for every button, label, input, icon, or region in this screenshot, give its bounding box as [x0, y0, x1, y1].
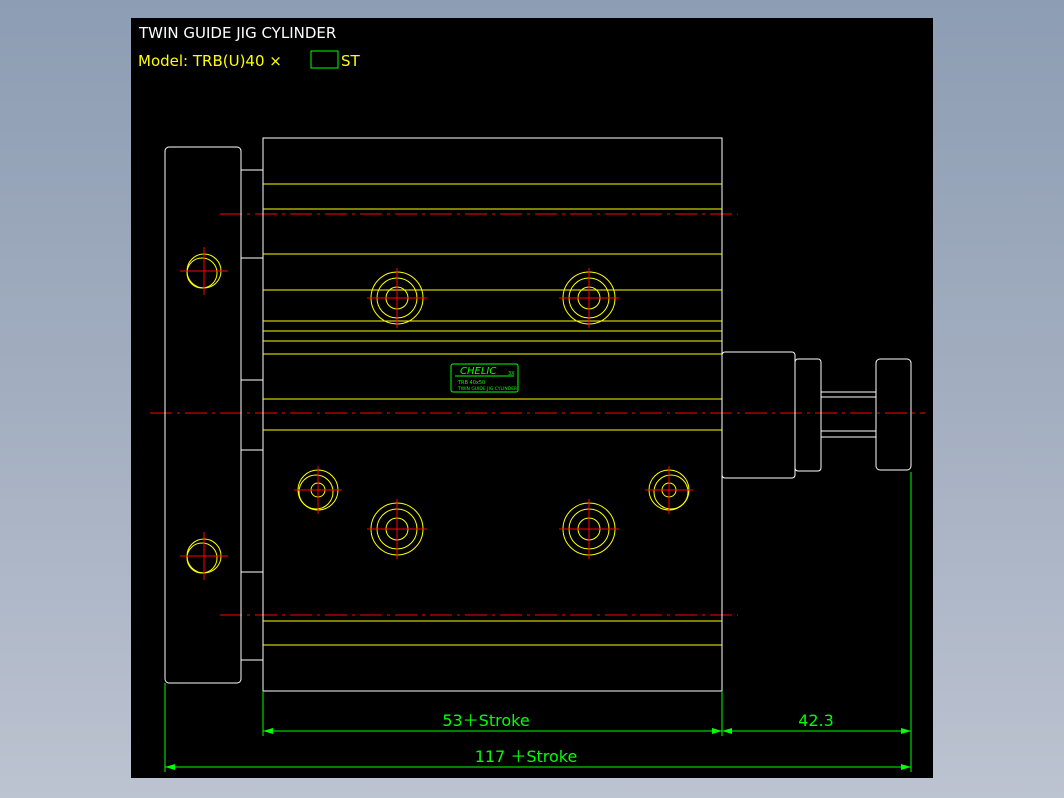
- hole-body-lower-right: [559, 499, 619, 559]
- port-left: [294, 466, 342, 514]
- drawing-title: TWIN GUIDE JIG CYLINDER: [138, 24, 336, 42]
- hole-body-upper-right: [559, 268, 619, 328]
- dim-rod-extension: 42.3: [798, 711, 834, 730]
- hole-endplate-bottom: [180, 532, 228, 580]
- stroke-input-box: [310, 50, 339, 69]
- dim-overall-length: 117 ＋Stroke: [475, 747, 578, 766]
- dim-body-length: 53＋Stroke: [442, 711, 529, 730]
- nameplate: CHELIC 3X TRB 40x50 TWIN GUIDE JIG CYLIN…: [450, 363, 519, 393]
- model-label: Model: TRB(U)40 ×: [138, 52, 282, 70]
- port-right: [645, 466, 693, 514]
- nameplate-brand: CHELIC: [460, 366, 496, 377]
- hole-body-upper-left: [367, 268, 427, 328]
- cylinder-drawing: TWIN GUIDE JIG CYLINDER Model: TRB(U)40 …: [138, 24, 925, 772]
- hole-body-lower-left: [367, 499, 427, 559]
- cylinder-body: [262, 137, 723, 692]
- hole-endplate-top: [180, 247, 228, 295]
- nameplate-desc: TWIN GUIDE JIG CYLINDER: [457, 386, 517, 392]
- nameplate-badge: 3X: [508, 371, 515, 377]
- piston-rod-assembly: [721, 351, 912, 479]
- cad-viewport[interactable]: TWIN GUIDE JIG CYLINDER Model: TRB(U)40 …: [131, 18, 933, 778]
- model-suffix: ST: [341, 52, 361, 70]
- centerlines: [150, 213, 925, 616]
- end-plate: [164, 146, 264, 684]
- nameplate-model: TRB 40x50: [457, 380, 485, 386]
